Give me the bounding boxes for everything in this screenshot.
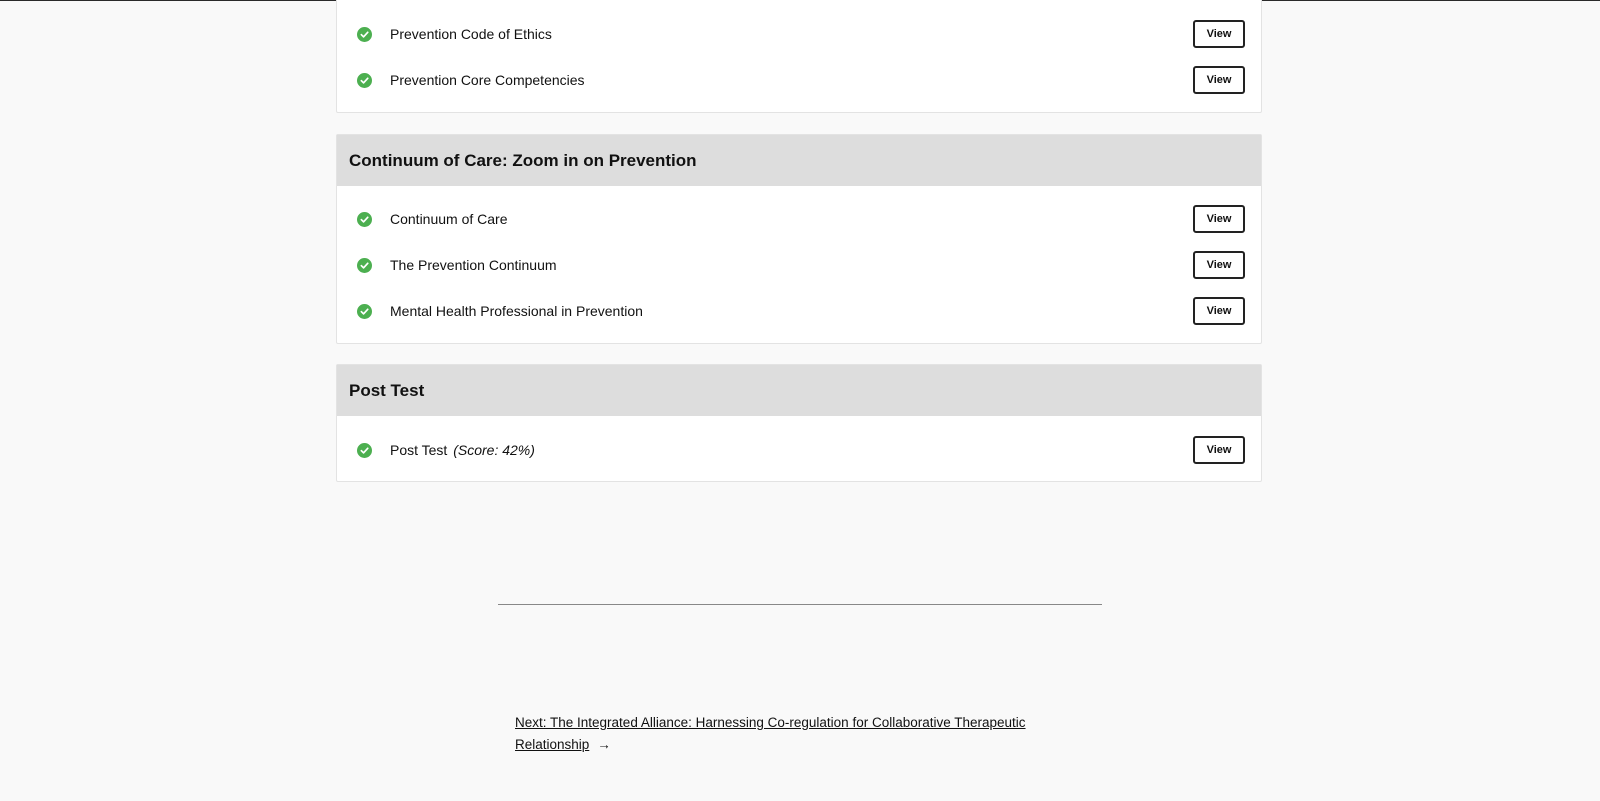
- lesson-title[interactable]: Post Test (Score: 42%): [390, 442, 535, 458]
- lesson-row: Post Test (Score: 42%) View: [337, 427, 1261, 473]
- view-button[interactable]: View: [1193, 20, 1245, 48]
- lesson-title[interactable]: Prevention Code of Ethics: [390, 26, 552, 42]
- divider: [498, 604, 1102, 605]
- lesson-title-text: Post Test: [390, 442, 448, 458]
- score-label: (Score: 42%): [453, 442, 535, 458]
- check-circle-icon: [357, 211, 372, 227]
- view-button[interactable]: View: [1193, 436, 1245, 464]
- lesson-row: Continuum of Care View: [337, 196, 1261, 242]
- section-header: Post Test: [337, 365, 1261, 416]
- section-card-continuum: Continuum of Care: Zoom in on Prevention…: [336, 134, 1262, 344]
- check-circle-icon: [357, 442, 372, 458]
- view-button[interactable]: View: [1193, 205, 1245, 233]
- section-card-ethics: Prevention Code of Ethics View Preventio…: [336, 0, 1262, 113]
- lesson-title[interactable]: The Prevention Continuum: [390, 257, 557, 273]
- view-button[interactable]: View: [1193, 66, 1245, 94]
- lesson-title[interactable]: Mental Health Professional in Prevention: [390, 303, 643, 319]
- section-header: Continuum of Care: Zoom in on Prevention: [337, 135, 1261, 186]
- lesson-title[interactable]: Prevention Core Competencies: [390, 72, 585, 88]
- next-lesson-link[interactable]: Next: The Integrated Alliance: Harnessin…: [515, 712, 1075, 756]
- next-lesson-label: Next: The Integrated Alliance: Harnessin…: [515, 715, 1026, 752]
- arrow-right-icon: →: [597, 737, 611, 752]
- lesson-title[interactable]: Continuum of Care: [390, 211, 508, 227]
- check-circle-icon: [357, 303, 372, 319]
- check-circle-icon: [357, 72, 372, 88]
- lesson-row: The Prevention Continuum View: [337, 242, 1261, 288]
- view-button[interactable]: View: [1193, 251, 1245, 279]
- section-card-post-test: Post Test Post Test (Score: 42%) View: [336, 364, 1262, 482]
- lesson-row: Prevention Code of Ethics View: [337, 11, 1261, 57]
- check-circle-icon: [357, 257, 372, 273]
- lesson-row: Prevention Core Competencies View: [337, 57, 1261, 103]
- check-circle-icon: [357, 26, 372, 42]
- view-button[interactable]: View: [1193, 297, 1245, 325]
- lesson-row: Mental Health Professional in Prevention…: [337, 288, 1261, 334]
